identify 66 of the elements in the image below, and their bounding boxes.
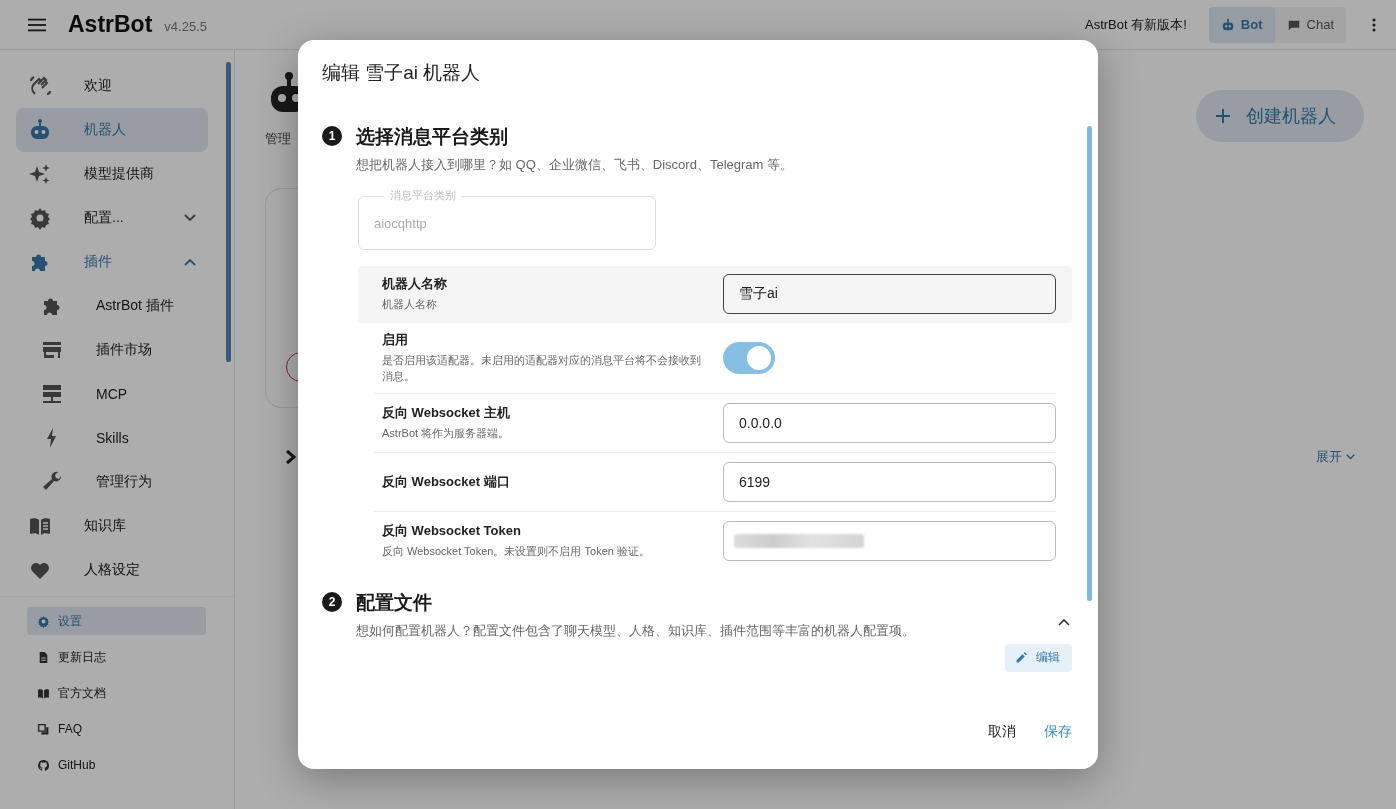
sidebar-link[interactable]: GitHub [27, 751, 206, 779]
section-description: 想如何配置机器人？配置文件包含了聊天模型、人格、知识库、插件范围等丰富的机器人配置项。 [356, 621, 916, 640]
github-icon [37, 758, 50, 772]
gear-icon [37, 614, 50, 628]
sidebar-item[interactable]: 插件市场 [16, 328, 208, 372]
sidebar-link[interactable]: 官方文档 [27, 679, 206, 707]
setting-description: 反向 Websocket Token。未设置则不启用 Token 验证。 [382, 543, 651, 559]
password-field[interactable] [723, 520, 1056, 561]
setting-description: AstrBot 将作为服务器端。 [382, 425, 511, 441]
step-number: 2 [322, 591, 342, 612]
version-label: v4.25.5 [164, 18, 207, 34]
app-logo: AstrBot [68, 11, 153, 38]
cancel-button[interactable]: 取消 [978, 717, 1026, 747]
setting-label: 启用 [382, 331, 409, 349]
sidebar-item[interactable]: 模型提供商 [16, 152, 208, 196]
sidebar-item[interactable]: 配置... [16, 196, 208, 240]
sidebar-item[interactable]: Skills [16, 416, 208, 460]
section-description: 想把机器人接入到哪里？如 QQ、企业微信、飞书、Discord、Telegram 等。 [356, 156, 794, 174]
sidebar-item[interactable]: 人格设定 [16, 548, 208, 592]
sidebar-link[interactable]: FAQ [27, 715, 206, 743]
input-field[interactable]: 雪子ai [723, 274, 1056, 314]
sidebar-link[interactable]: 更新日志 [27, 643, 206, 671]
sidebar-item[interactable]: 管理行为 [16, 460, 208, 504]
chevron-right-icon [285, 449, 296, 465]
wave-icon [28, 74, 52, 98]
more-icon[interactable] [1372, 17, 1376, 32]
input-field[interactable]: 6199 [723, 461, 1056, 502]
section-title: 选择消息平台类别 [356, 125, 509, 149]
gear-icon [28, 206, 52, 230]
page-subtitle: 管理 [265, 130, 292, 148]
plus-icon [1216, 109, 1230, 123]
sidebar-item[interactable]: 插件 [16, 240, 208, 284]
save-button[interactable]: 保存 [1034, 717, 1082, 747]
sidebar-item[interactable]: AstrBot 插件 [16, 284, 208, 328]
input-field[interactable]: 0.0.0.0 [723, 402, 1056, 443]
pencil-icon [1015, 651, 1028, 665]
collapse-icon[interactable] [1058, 617, 1070, 626]
setting-description: 是否启用该适配器。未启用的适配器对应的消息平台将不会接收到消息。 [382, 353, 702, 384]
sidebar-item[interactable]: 欢迎 [16, 64, 208, 108]
scrollbar[interactable] [1087, 126, 1092, 601]
field-label: 消息平台类别 [384, 188, 462, 203]
expand-link[interactable]: 展开 [1316, 448, 1355, 466]
setting-label: 反向 Websocket Token [382, 521, 522, 540]
sparkle-icon [28, 162, 52, 186]
edit-button[interactable]: 编辑 [1005, 643, 1072, 672]
robot-icon [28, 118, 52, 142]
update-notice[interactable]: AstrBot 有新版本! [1085, 15, 1187, 34]
server-icon [40, 382, 64, 406]
setting-description: 机器人名称 [382, 297, 438, 313]
setting-label: 机器人名称 [382, 275, 448, 294]
sidebar-item[interactable]: 知识库 [16, 504, 208, 548]
mode-tab[interactable]: Chat [1274, 6, 1346, 43]
sidebar-item[interactable]: MCP [16, 372, 208, 416]
step-number: 1 [322, 126, 342, 146]
setting-label: 反向 Websocket 端口 [382, 472, 511, 491]
doc-icon [37, 650, 50, 664]
scrollbar[interactable] [226, 62, 231, 362]
robot-icon [1220, 17, 1235, 32]
toggle-switch[interactable] [723, 341, 775, 374]
menu-icon[interactable] [28, 17, 46, 32]
setting-label: 反向 Websocket 主机 [382, 403, 511, 422]
faq-icon [37, 722, 50, 736]
chevron-icon [1346, 454, 1355, 460]
dialog-title: 编辑 雪子ai 机器人 [321, 61, 482, 85]
book-icon [37, 686, 50, 700]
section-title: 配置文件 [356, 590, 433, 615]
